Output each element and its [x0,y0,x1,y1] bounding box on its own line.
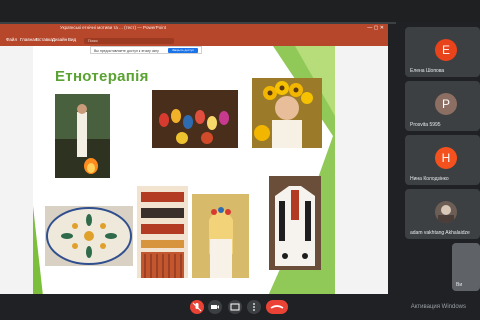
photo-woven-towel [137,186,188,278]
stop-sharing-button[interactable]: Закрыть доступ [168,47,198,53]
slide-title: Етнотерапія [55,68,149,85]
participant-tile[interactable]: P Prosvita 5995 [405,81,480,131]
photo-sunflower-girl [252,78,322,148]
more-options-icon[interactable] [247,300,261,314]
photo-girl-bonfire [55,94,110,178]
photo-girl-costume [192,194,249,278]
participant-name: Prosvita 5995 [410,122,441,128]
menu-design[interactable]: Дизайн [52,37,67,42]
slide: Етнотерапія [33,46,335,296]
participant-tile[interactable]: Н Нина Колодзінко [405,135,480,185]
photo-embroidered-shirt [269,176,321,270]
avatar: E [435,39,457,61]
window-title: Українські етнічні мотиви та ... (тест) … [60,25,166,30]
participant-name: adam vakhtang Akhalaidze [410,230,470,236]
avatar: P [435,93,457,115]
self-view-tile[interactable]: Ви [452,243,480,291]
avatar [435,201,457,223]
meeting-top-bar [0,0,480,22]
avatar: Н [435,147,457,169]
participant-name: Нина Колодзінко [410,176,449,182]
end-call-button[interactable] [266,300,288,314]
shared-screen: Українські етнічні мотиви та ... (тест) … [0,24,388,304]
powerpoint-title-bar: Українські етнічні мотиви та ... (тест) … [0,24,388,36]
menu-insert[interactable]: Вставка [36,37,53,42]
menu-view[interactable]: Вид [68,37,76,42]
participant-tile[interactable]: adam vakhtang Akhalaidze [405,189,480,239]
search-input[interactable]: Поиск [84,38,174,44]
photo-painted-plate [45,206,133,266]
menu-file[interactable]: Файл [6,37,17,42]
camera-button[interactable] [208,300,222,314]
mic-off-button[interactable] [190,300,204,314]
participant-name: Ви [456,282,463,288]
present-button[interactable] [228,300,242,314]
windows-activation-watermark: Активация Windows [410,304,466,310]
ribbon-menu: Файл Главная Вставка Дизайн Вид Поиск [0,36,388,46]
photo-easter-eggs [152,90,238,148]
window-controls[interactable]: — ▢ ✕ [367,25,384,31]
participant-name: Елена Шопова [410,68,445,74]
participant-tile[interactable]: E Елена Шопова [405,27,480,77]
call-controls: Активация Windows [0,294,480,320]
menu-home[interactable]: Главная [20,37,37,42]
